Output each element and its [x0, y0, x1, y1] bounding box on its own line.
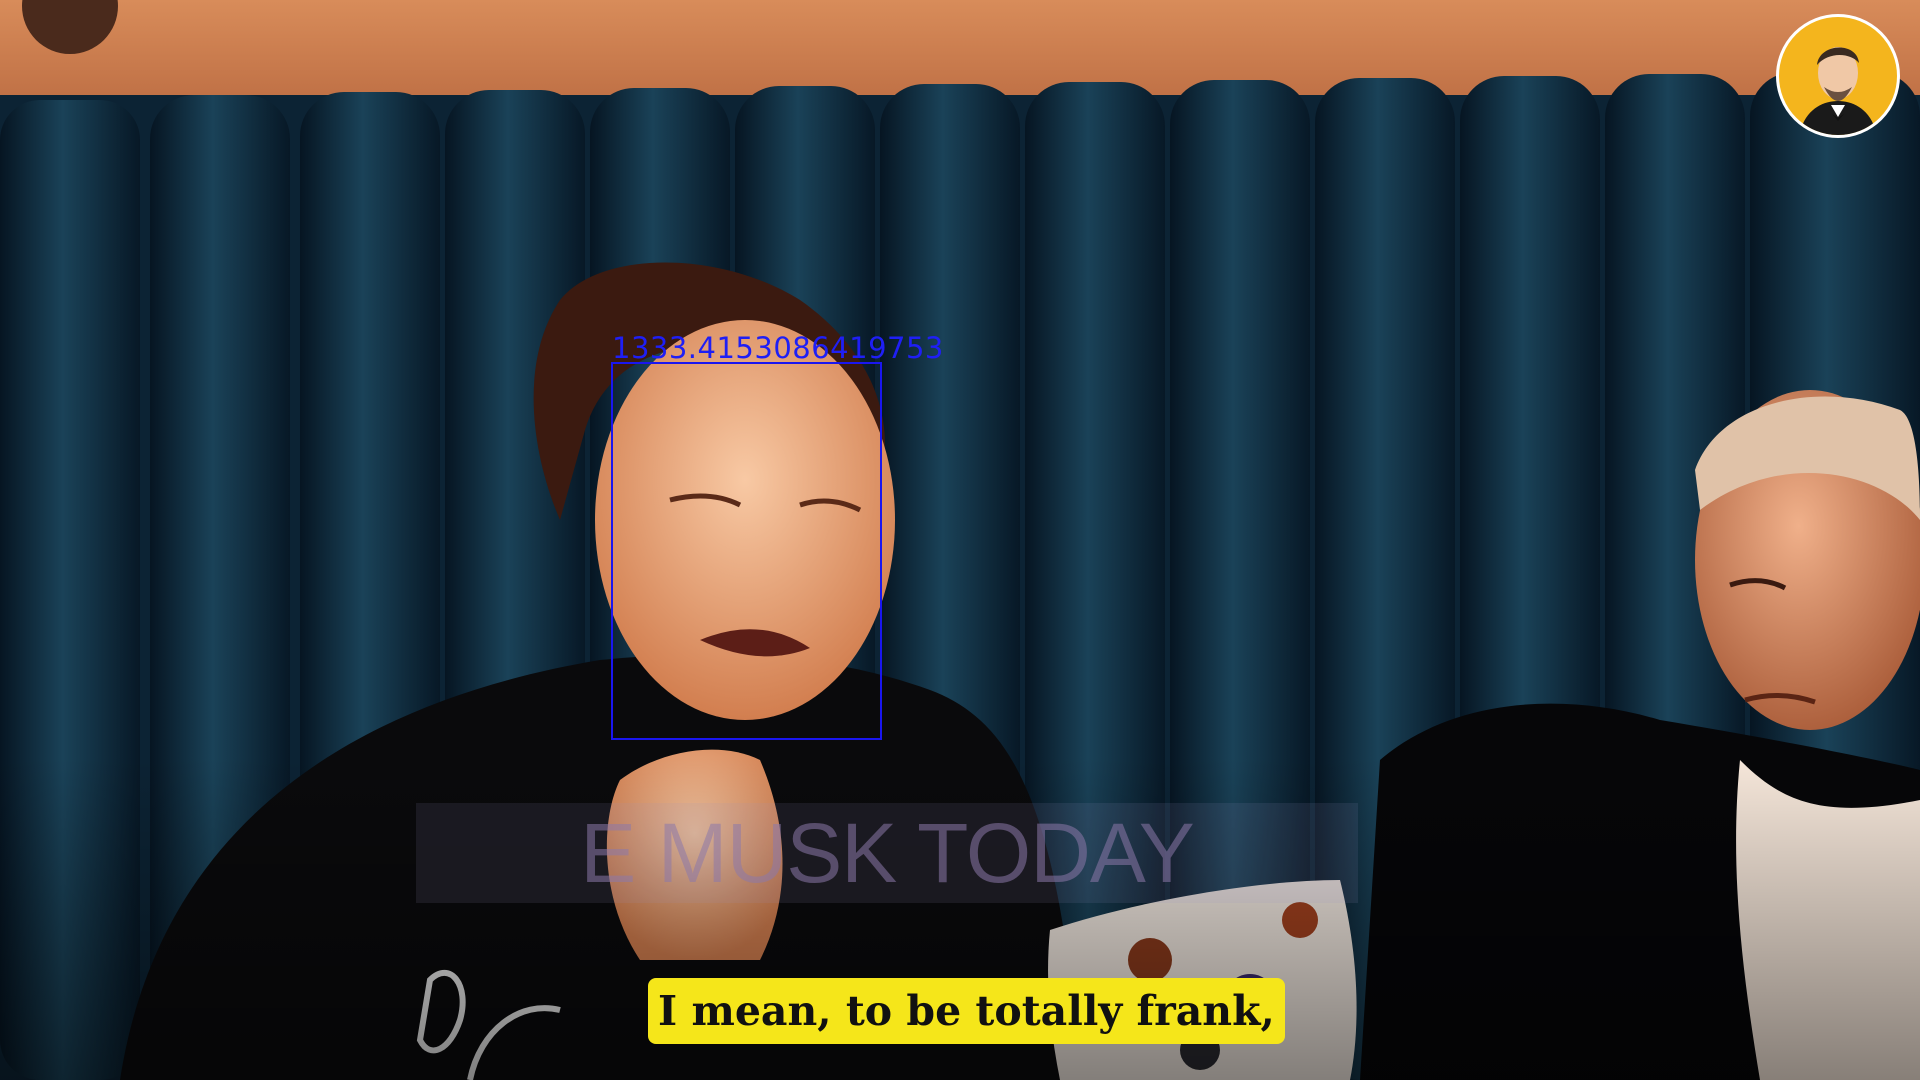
- watermark-text: E MUSK TODAY: [580, 806, 1194, 900]
- face-detection-box: [611, 362, 882, 740]
- scene-background: [0, 0, 1920, 1080]
- caption-text: I mean, to be totally frank,: [658, 986, 1275, 1035]
- channel-watermark: E MUSK TODAY: [416, 803, 1358, 903]
- detection-score-label: 1333.4153086419753: [612, 331, 944, 365]
- subtitle-caption: I mean, to be totally frank,: [648, 978, 1285, 1044]
- portrait-avatar-icon[interactable]: [1776, 14, 1900, 138]
- video-frame: 1333.4153086419753 E MUSK TODAY I mean, …: [0, 0, 1920, 1080]
- avatar-portrait-icon: [1799, 47, 1877, 135]
